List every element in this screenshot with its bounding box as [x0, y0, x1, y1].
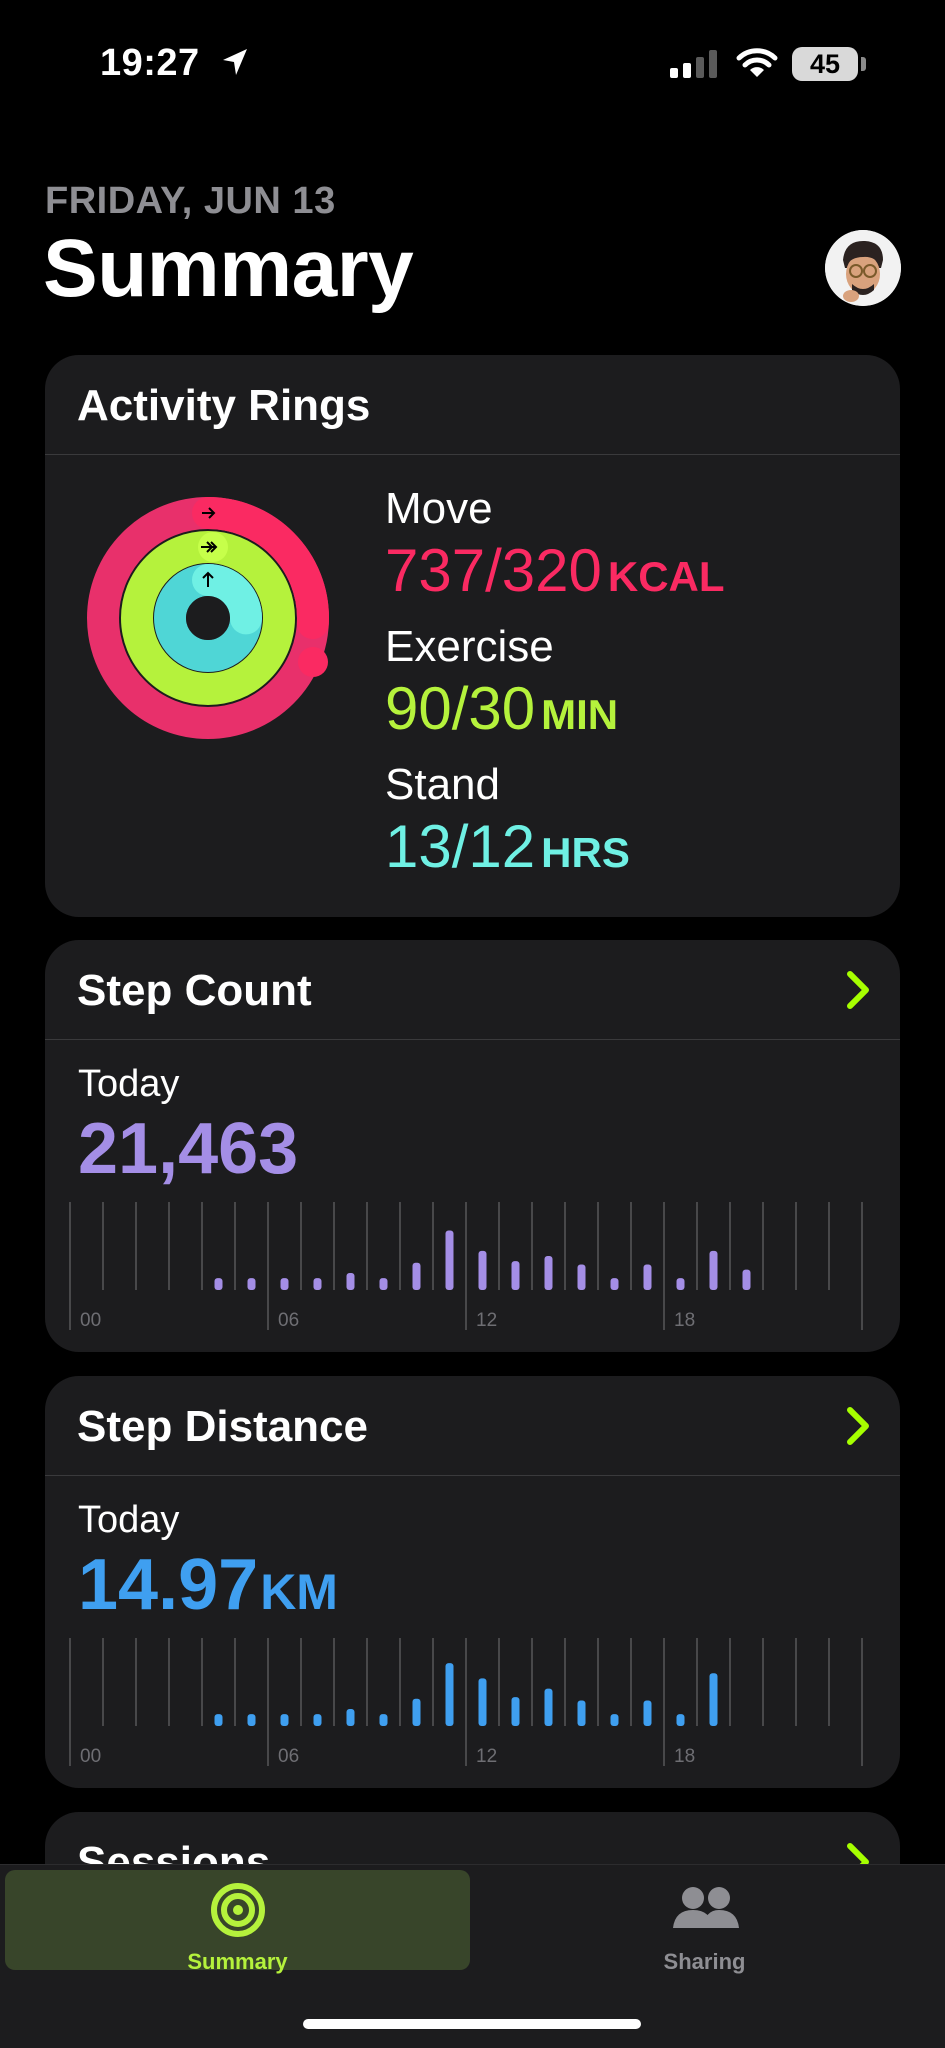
step-count-chart-bar: [709, 1250, 718, 1290]
tab-sharing[interactable]: Sharing: [472, 1870, 937, 1974]
step-count-chart-tick-label: 00: [80, 1310, 101, 1331]
step-count-header: Step Count: [45, 940, 900, 1040]
step-count-chart: 00 06 12 18: [69, 1202, 863, 1331]
step-distance-unit: KM: [260, 1564, 338, 1620]
activity-rings-header: Activity Rings: [45, 355, 900, 455]
stand-value: 13/12: [385, 813, 536, 880]
move-unit: KCAL: [607, 553, 725, 600]
step-distance-chart-bar: [478, 1678, 487, 1726]
step-count-card[interactable]: Step Count Today 21,463 00 06 12 18: [45, 940, 900, 1352]
tab-summary[interactable]: Summary: [5, 1870, 470, 1974]
step-distance-chart-bar: [346, 1709, 355, 1726]
step-distance-value: 14.97: [78, 1545, 259, 1625]
step-distance-chart-bar: [445, 1663, 454, 1726]
battery-icon: 45: [792, 47, 858, 81]
tab-summary-label: Summary: [187, 1949, 288, 1974]
date-label: FRIDAY, JUN 13: [45, 180, 336, 222]
step-count-chart-bar: [280, 1278, 289, 1290]
step-count-chart-tick-label: 06: [278, 1310, 299, 1331]
stand-unit: HRS: [541, 829, 630, 876]
status-time: 19:27: [100, 42, 200, 84]
stand-value-row: 13/12 HRS: [385, 811, 725, 889]
people-icon: [672, 1887, 739, 1928]
step-count-chart-bar: [247, 1278, 256, 1290]
activity-metrics: Move 737/320 KCAL Exercise 90/30 MIN Stand…: [385, 483, 725, 897]
step-distance-chart: 00 06 12 18: [69, 1638, 863, 1767]
step-count-chart-bar: [643, 1264, 652, 1290]
move-value-row: 737/320 KCAL: [385, 535, 725, 613]
exercise-value-row: 90/30 MIN: [385, 673, 725, 751]
tab-sharing-label: Sharing: [663, 1949, 746, 1974]
step-distance-card[interactable]: Step Distance Today 14.97KM 00 06 12 18: [45, 1376, 900, 1788]
step-count-chart-bar: [313, 1278, 322, 1290]
profile-avatar[interactable]: [825, 230, 901, 306]
wifi-icon: [736, 48, 778, 77]
step-count-value: 21,463: [78, 1109, 299, 1189]
step-count-chart-tick-label: 18: [674, 1310, 695, 1331]
step-distance-chart-bar: [247, 1714, 256, 1726]
step-count-chart-bar: [346, 1273, 355, 1290]
step-distance-period: Today: [78, 1499, 180, 1541]
page-title: Summary: [43, 223, 414, 314]
battery-tip: [861, 57, 866, 71]
step-distance-chart-bar: [214, 1714, 223, 1726]
step-distance-chart-bar: [313, 1714, 322, 1726]
exercise-unit: MIN: [541, 691, 619, 738]
step-count-chart-bar: [478, 1250, 487, 1290]
step-distance-chart-tick-label: 12: [476, 1746, 497, 1767]
step-distance-header: Step Distance: [45, 1376, 900, 1476]
step-count-chart-bar: [676, 1278, 685, 1290]
step-distance-chart-bar: [412, 1698, 421, 1726]
step-count-chart-bar: [445, 1230, 454, 1290]
step-count-chart-bar: [412, 1262, 421, 1290]
step-distance-chart-bar: [280, 1714, 289, 1726]
step-distance-chart-tick-label: 00: [80, 1746, 101, 1767]
step-distance-chart-tick-label: 18: [674, 1746, 695, 1767]
move-label: Move: [385, 484, 493, 533]
home-indicator: [303, 2019, 641, 2029]
memoji-avatar-icon: [825, 230, 901, 306]
step-distance-chart-bar: [643, 1700, 652, 1726]
exercise-value: 90/30: [385, 675, 536, 742]
chevron-right-icon[interactable]: [846, 1406, 870, 1446]
step-distance-chart-bar: [676, 1714, 685, 1726]
chevron-right-icon[interactable]: [846, 970, 870, 1010]
stand-label: Stand: [385, 760, 500, 809]
activity-rings-title: Activity Rings: [77, 381, 371, 430]
step-distance-chart-bar: [610, 1714, 619, 1726]
cellular-signal-icon: [670, 50, 717, 78]
step-count-chart-bar: [610, 1278, 619, 1290]
step-distance-chart-bar: [544, 1688, 553, 1726]
activity-rings-graphic: [87, 497, 329, 739]
step-count-chart-bar: [379, 1278, 388, 1290]
step-distance-value-row: 14.97KM: [78, 1544, 338, 1626]
step-count-chart-bar: [214, 1278, 223, 1290]
step-distance-chart-bar: [577, 1700, 586, 1726]
step-distance-chart-bar: [379, 1714, 388, 1726]
location-arrow-icon: [223, 49, 247, 75]
step-distance-title: Step Distance: [77, 1402, 368, 1451]
step-count-chart-bar: [577, 1264, 586, 1290]
step-distance-chart-bar: [709, 1673, 718, 1726]
exercise-label: Exercise: [385, 622, 554, 671]
step-count-chart-bar: [742, 1269, 751, 1290]
step-count-chart-bar: [511, 1261, 520, 1290]
step-count-chart-tick-label: 12: [476, 1310, 497, 1331]
activity-rings-tab-icon: [210, 1883, 265, 1937]
move-value: 737/320: [385, 537, 602, 604]
step-count-title: Step Count: [77, 966, 312, 1015]
step-distance-chart-tick-label: 06: [278, 1746, 299, 1767]
step-count-period: Today: [78, 1063, 180, 1105]
activity-rings-card[interactable]: Activity Rings Move 737/320 KCAL Exercis…: [45, 355, 900, 917]
status-bar: 19:27 45: [0, 0, 945, 120]
step-distance-chart-bar: [511, 1697, 520, 1726]
step-count-chart-bar: [544, 1256, 553, 1290]
